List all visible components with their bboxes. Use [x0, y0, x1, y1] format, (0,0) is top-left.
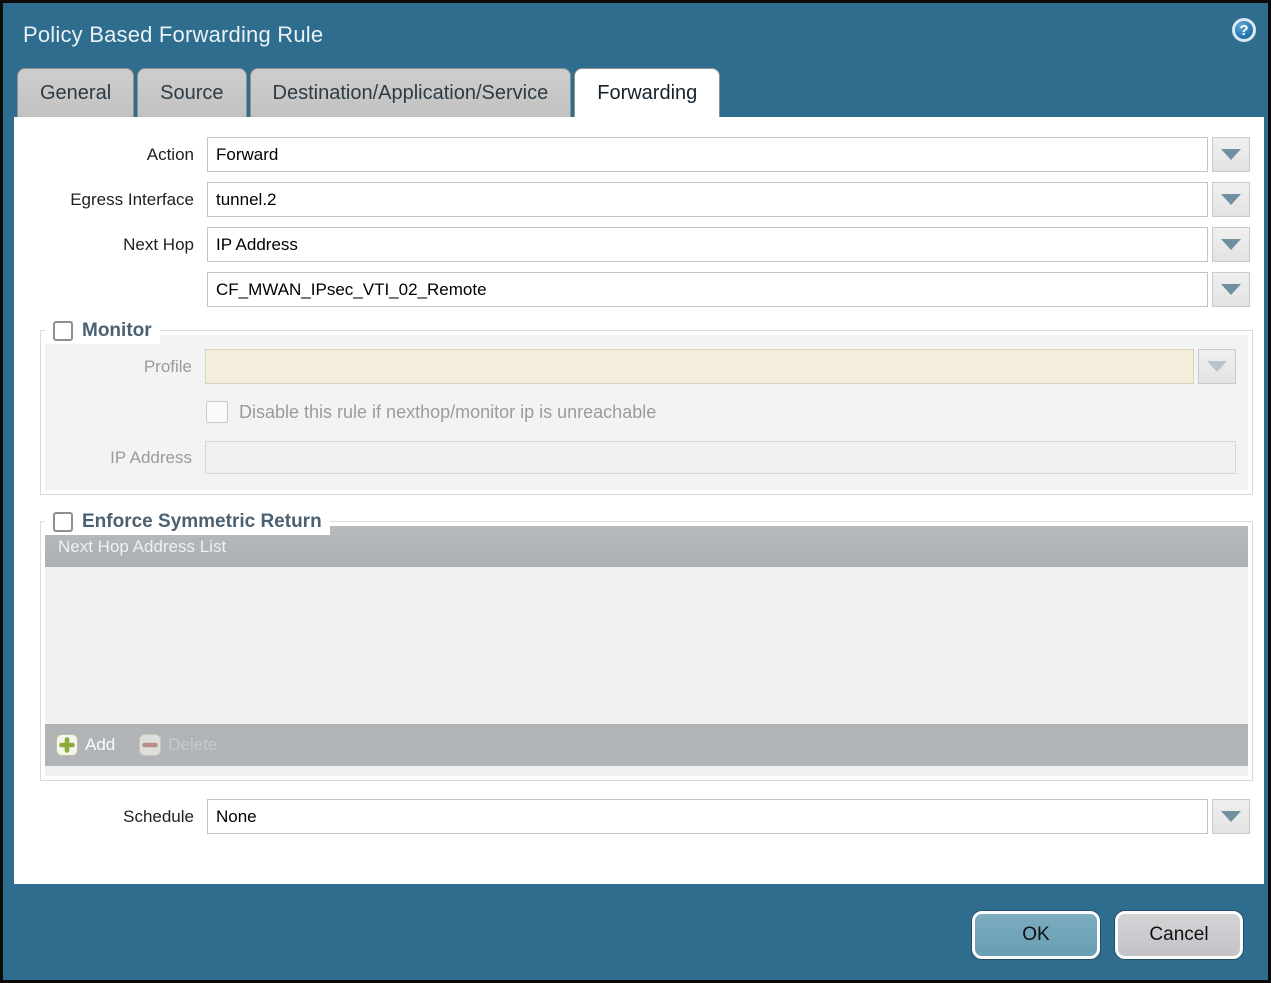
- tab-destination-application-service[interactable]: Destination/Application/Service: [250, 68, 572, 117]
- schedule-row: Schedule None: [14, 799, 1250, 834]
- monitor-panel: Profile Disable this rule if nexthop/mon…: [45, 335, 1248, 490]
- action-field[interactable]: Forward: [207, 137, 1208, 172]
- monitor-checkbox[interactable]: [53, 321, 73, 341]
- tab-general[interactable]: General: [17, 68, 134, 117]
- monitor-ip-address-label: IP Address: [45, 448, 205, 468]
- action-dropdown-button[interactable]: [1212, 137, 1250, 172]
- dialog-title: Policy Based Forwarding Rule: [23, 22, 323, 48]
- profile-label: Profile: [45, 357, 205, 377]
- monitor-ip-address-row: IP Address: [45, 440, 1242, 475]
- chevron-down-icon: [1221, 811, 1241, 822]
- delete-button-label: Delete: [168, 735, 217, 755]
- cancel-button[interactable]: Cancel: [1115, 911, 1243, 959]
- disable-rule-row: Disable this rule if nexthop/monitor ip …: [206, 399, 1242, 425]
- plus-icon: [56, 734, 78, 756]
- profile-row: Profile: [45, 349, 1242, 384]
- egress-interface-row: Egress Interface tunnel.2: [14, 182, 1250, 217]
- delete-button: Delete: [139, 734, 217, 756]
- profile-dropdown-button: [1198, 349, 1236, 384]
- add-button[interactable]: Add: [56, 734, 115, 756]
- next-hop-address-field[interactable]: CF_MWAN_IPsec_VTI_02_Remote: [207, 272, 1208, 307]
- profile-field: [205, 349, 1194, 384]
- next-hop-type-field[interactable]: IP Address: [207, 227, 1208, 262]
- enforce-symmetric-return-fieldset: Enforce Symmetric Return Next Hop Addres…: [40, 521, 1253, 781]
- chevron-down-icon: [1221, 149, 1241, 160]
- egress-interface-label: Egress Interface: [14, 190, 207, 210]
- disable-rule-label: Disable this rule if nexthop/monitor ip …: [239, 402, 656, 423]
- dialog-titlebar: Policy Based Forwarding Rule ?: [3, 3, 1268, 68]
- table-bottom-strip: [45, 766, 1248, 776]
- next-hop-address-dropdown-button[interactable]: [1212, 272, 1250, 307]
- ok-button[interactable]: OK: [972, 911, 1100, 959]
- tab-source[interactable]: Source: [137, 68, 246, 117]
- action-row: Action Forward: [14, 137, 1250, 172]
- action-label: Action: [14, 145, 207, 165]
- help-icon[interactable]: ?: [1232, 18, 1256, 42]
- disable-rule-checkbox: [206, 401, 228, 423]
- schedule-label: Schedule: [14, 807, 207, 827]
- monitor-ip-address-field: [205, 441, 1236, 474]
- monitor-legend: Monitor: [45, 318, 160, 344]
- schedule-field[interactable]: None: [207, 799, 1208, 834]
- minus-icon: [139, 734, 161, 756]
- dialog-footer: OK Cancel: [3, 884, 1268, 980]
- add-button-label: Add: [85, 735, 115, 755]
- enforce-symmetric-return-checkbox[interactable]: [53, 512, 73, 532]
- chevron-down-icon: [1207, 361, 1227, 372]
- tab-bar: General Source Destination/Application/S…: [3, 68, 1268, 117]
- next-hop-type-dropdown-button[interactable]: [1212, 227, 1250, 262]
- tab-forwarding[interactable]: Forwarding: [574, 68, 720, 117]
- schedule-dropdown-button[interactable]: [1212, 799, 1250, 834]
- chevron-down-icon: [1221, 194, 1241, 205]
- tab-content-forwarding: Action Forward Egress Interface tunnel.2…: [14, 117, 1264, 884]
- next-hop-address-list-toolbar: Add Delete: [45, 724, 1248, 766]
- next-hop-address-row: CF_MWAN_IPsec_VTI_02_Remote: [14, 272, 1250, 307]
- monitor-legend-label: Monitor: [82, 320, 152, 342]
- enforce-symmetric-return-legend: Enforce Symmetric Return: [45, 509, 330, 535]
- next-hop-address-list-body: [45, 567, 1248, 724]
- egress-interface-dropdown-button[interactable]: [1212, 182, 1250, 217]
- policy-based-forwarding-dialog: Policy Based Forwarding Rule ? General S…: [0, 0, 1271, 983]
- next-hop-row: Next Hop IP Address: [14, 227, 1250, 262]
- chevron-down-icon: [1221, 239, 1241, 250]
- enforce-symmetric-return-legend-label: Enforce Symmetric Return: [82, 511, 322, 533]
- next-hop-label: Next Hop: [14, 235, 207, 255]
- egress-interface-field[interactable]: tunnel.2: [207, 182, 1208, 217]
- monitor-fieldset: Monitor Profile Disable this rule if nex…: [40, 330, 1253, 495]
- chevron-down-icon: [1221, 284, 1241, 295]
